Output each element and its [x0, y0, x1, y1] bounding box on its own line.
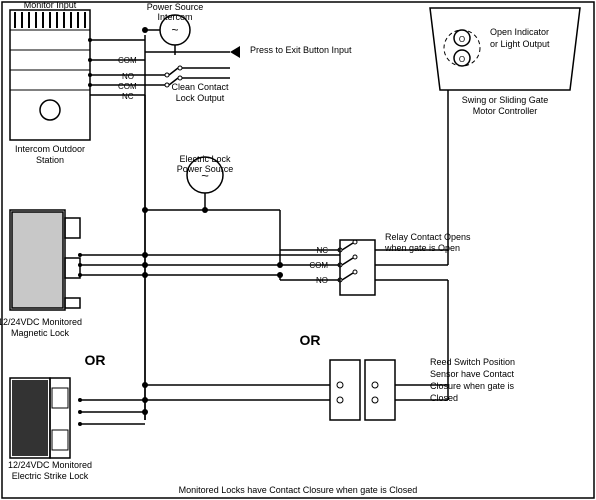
svg-text:Intercom Outdoor: Intercom Outdoor: [15, 144, 85, 154]
svg-text:Closed: Closed: [430, 393, 458, 403]
svg-text:Closure when gate is: Closure when gate is: [430, 381, 515, 391]
svg-text:Intercom: Intercom: [157, 12, 192, 22]
svg-text:~: ~: [171, 23, 178, 37]
svg-text:Press to Exit Button Input: Press to Exit Button Input: [250, 45, 352, 55]
svg-text:OR: OR: [300, 332, 321, 348]
svg-text:Power Source: Power Source: [177, 164, 234, 174]
svg-text:Monitor Input: Monitor Input: [24, 0, 77, 10]
svg-text:NC: NC: [122, 92, 134, 101]
wiring-diagram: Monitor Input Intercom Outdoor Station ~…: [0, 0, 596, 500]
svg-text:Station: Station: [36, 155, 64, 165]
svg-text:Power Source: Power Source: [147, 2, 204, 12]
svg-text:NO: NO: [122, 72, 134, 81]
svg-text:Clean Contact: Clean Contact: [171, 82, 229, 92]
svg-text:12/24VDC Monitored: 12/24VDC Monitored: [8, 460, 92, 470]
svg-text:or Light Output: or Light Output: [490, 39, 550, 49]
svg-text:Swing or Sliding Gate: Swing or Sliding Gate: [462, 95, 549, 105]
svg-text:COM: COM: [118, 82, 137, 91]
svg-text:Magnetic Lock: Magnetic Lock: [11, 328, 70, 338]
svg-text:Monitored Locks have Contact C: Monitored Locks have Contact Closure whe…: [179, 485, 418, 495]
svg-text:O: O: [459, 55, 465, 64]
svg-text:Electric Lock: Electric Lock: [179, 154, 231, 164]
svg-text:Reed Switch Position: Reed Switch Position: [430, 357, 515, 367]
svg-text:Motor Controller: Motor Controller: [473, 106, 538, 116]
svg-text:Relay Contact Opens: Relay Contact Opens: [385, 232, 471, 242]
svg-text:Lock Output: Lock Output: [176, 93, 225, 103]
svg-text:O: O: [459, 35, 465, 44]
svg-text:OR: OR: [85, 352, 106, 368]
svg-text:Electric Strike Lock: Electric Strike Lock: [12, 471, 89, 481]
svg-text:Open Indicator: Open Indicator: [490, 27, 549, 37]
svg-text:Sensor have Contact: Sensor have Contact: [430, 369, 515, 379]
svg-text:12/24VDC Monitored: 12/24VDC Monitored: [0, 317, 82, 327]
